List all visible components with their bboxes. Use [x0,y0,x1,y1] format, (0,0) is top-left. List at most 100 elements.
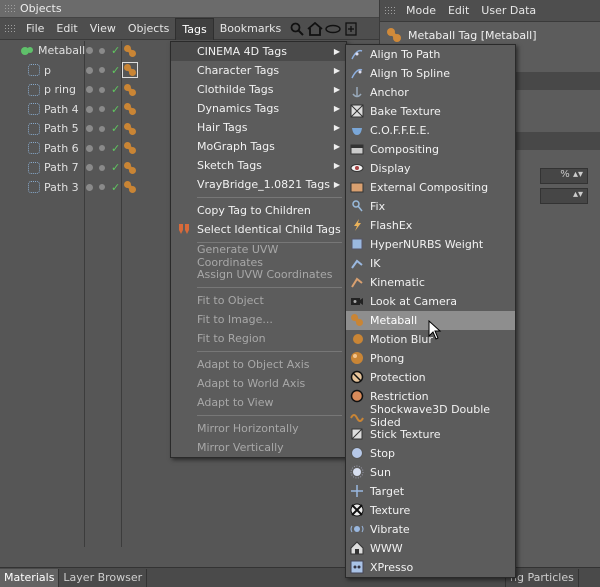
enabled-check-icon[interactable]: ✓ [111,44,120,57]
c4d-tag-item[interactable]: Anchor [346,83,515,102]
render-dot-icon[interactable] [99,125,105,132]
visibility-dot-icon[interactable] [86,47,93,55]
c4d-tag-item[interactable]: XPresso [346,558,515,577]
visibility-dot-icon[interactable] [86,183,93,191]
c4d-tag-item[interactable]: Target [346,482,515,501]
render-dot-icon[interactable] [99,47,105,54]
object-row[interactable]: Path 5 [0,119,168,139]
search-icon[interactable] [289,21,305,37]
enabled-check-icon[interactable]: ✓ [111,142,120,155]
visibility-dot-icon[interactable] [86,125,93,133]
visibility-dot-icon[interactable] [86,66,93,74]
menu-file[interactable]: File [20,18,50,40]
visibility-dot-icon[interactable] [86,86,93,94]
objects-titlebar[interactable]: Objects [0,0,379,18]
menu-objects[interactable]: Objects [122,18,176,40]
attr-value-field[interactable]: ▴▾ [540,188,588,204]
metaball-tag-icon[interactable] [122,160,138,176]
c4d-tag-item[interactable]: FlashEx [346,216,515,235]
grip-icon[interactable] [4,3,16,14]
object-row[interactable]: Path 3 [0,178,168,198]
home-icon[interactable] [307,21,323,37]
tab-particles[interactable]: ng Particles [505,568,579,587]
c4d-tag-item[interactable]: Align To Spline [346,64,515,83]
tags-menu-item[interactable]: Dynamics Tags ▶ [171,99,346,118]
tags-menu-item[interactable]: Hair Tags ▶ [171,118,346,137]
c4d-tag-item[interactable]: Sun [346,463,515,482]
eye-icon[interactable] [325,21,341,37]
tags-menu-item[interactable]: CINEMA 4D Tags ▶ [171,42,346,61]
c4d-tag-item[interactable]: Compositing [346,140,515,159]
c4d-tag-item[interactable]: Kinematic [346,273,515,292]
c4d-tag-item[interactable]: C.O.F.F.E.E. [346,121,515,140]
c4d-tag-item[interactable]: Bake Texture [346,102,515,121]
render-dot-icon[interactable] [99,67,105,74]
menu-edit[interactable]: Edit [50,18,83,40]
visibility-dot-icon[interactable] [86,164,93,172]
c4d-tag-item[interactable]: Protection [346,368,515,387]
tags-menu-item[interactable]: VrayBridge_1.0821 Tags ▶ [171,175,346,194]
c4d-tag-item[interactable]: WWW [346,539,515,558]
render-dot-icon[interactable] [99,145,105,152]
enabled-check-icon[interactable]: ✓ [111,181,120,194]
c4d-tag-item[interactable]: IK [346,254,515,273]
metaball-tag-icon[interactable] [122,101,138,117]
object-row[interactable]: Path 7 [0,158,168,178]
c4d-tag-item[interactable]: HyperNURBS Weight [346,235,515,254]
metaball-tag-icon[interactable] [122,121,138,137]
menu-view[interactable]: View [84,18,122,40]
metaball-tag-icon[interactable] [122,43,138,59]
c4d-tag-item[interactable]: Stop [346,444,515,463]
c4d-tag-item[interactable]: Look at Camera [346,292,515,311]
tags-menu-item[interactable]: Fit to Image... [171,310,346,329]
tags-menu-item[interactable]: Fit to Region [171,329,346,348]
new-view-icon[interactable] [343,21,359,37]
tags-menu-item[interactable]: MoGraph Tags ▶ [171,137,346,156]
tags-menu-item[interactable]: Adapt to World Axis [171,374,346,393]
c4d-tag-item[interactable]: Texture [346,501,515,520]
tags-menu-item[interactable]: Adapt to Object Axis [171,355,346,374]
tags-menu-item[interactable]: Adapt to View [171,393,346,412]
metaball-tag-icon[interactable] [122,179,138,195]
render-dot-icon[interactable] [99,106,105,113]
tags-menu-item[interactable]: Fit to Object [171,291,346,310]
enabled-check-icon[interactable]: ✓ [111,103,120,116]
enabled-check-icon[interactable]: ✓ [111,83,120,96]
metaball-tag-icon[interactable] [122,140,138,156]
tags-menu-item[interactable]: Generate UVW Coordinates [171,243,346,269]
enabled-check-icon[interactable]: ✓ [111,64,120,77]
menu-edit[interactable]: Edit [442,0,475,22]
c4d-tag-item[interactable]: Align To Path [346,45,515,64]
grip-icon[interactable] [384,5,396,16]
metaball-tag-icon[interactable] [122,82,138,98]
render-dot-icon[interactable] [99,164,105,171]
enabled-check-icon[interactable]: ✓ [111,161,120,174]
grip-icon[interactable] [4,23,16,34]
tags-menu-item[interactable]: Select Identical Child Tags [171,220,346,239]
object-row[interactable]: Metaball [0,41,168,61]
object-row[interactable]: Path 4 [0,100,168,120]
tab-layer-browser[interactable]: Layer Browser [59,568,148,587]
tags-menu-item[interactable]: Character Tags ▶ [171,61,346,80]
object-row[interactable]: p ring [0,80,168,100]
render-dot-icon[interactable] [99,184,105,191]
c4d-tag-item[interactable]: External Compositing [346,178,515,197]
tags-menu-item[interactable]: Mirror Horizontally [171,419,346,438]
menu-mode[interactable]: Mode [400,0,442,22]
c4d-tag-item[interactable]: Vibrate [346,520,515,539]
c4d-tag-item[interactable]: Stick Texture [346,425,515,444]
tags-menu-item[interactable]: Mirror Vertically [171,438,346,457]
tab-materials[interactable]: Materials [0,568,60,587]
tags-menu-item[interactable]: Sketch Tags ▶ [171,156,346,175]
tags-menu-item[interactable]: Clothilde Tags ▶ [171,80,346,99]
tags-menu-item[interactable]: Assign UVW Coordinates [171,265,346,284]
attr-percent-field[interactable]: % ▴▾ [540,168,588,184]
c4d-tag-item[interactable]: Shockwave3D Double Sided [346,403,515,429]
c4d-tag-item[interactable]: Display [346,159,515,178]
visibility-dot-icon[interactable] [86,144,93,152]
c4d-tag-item[interactable]: Fix [346,197,515,216]
enabled-check-icon[interactable]: ✓ [111,122,120,135]
menu-bookmarks[interactable]: Bookmarks [214,18,287,40]
c4d-tag-item[interactable]: Phong [346,349,515,368]
menu-user-data[interactable]: User Data [475,0,542,22]
